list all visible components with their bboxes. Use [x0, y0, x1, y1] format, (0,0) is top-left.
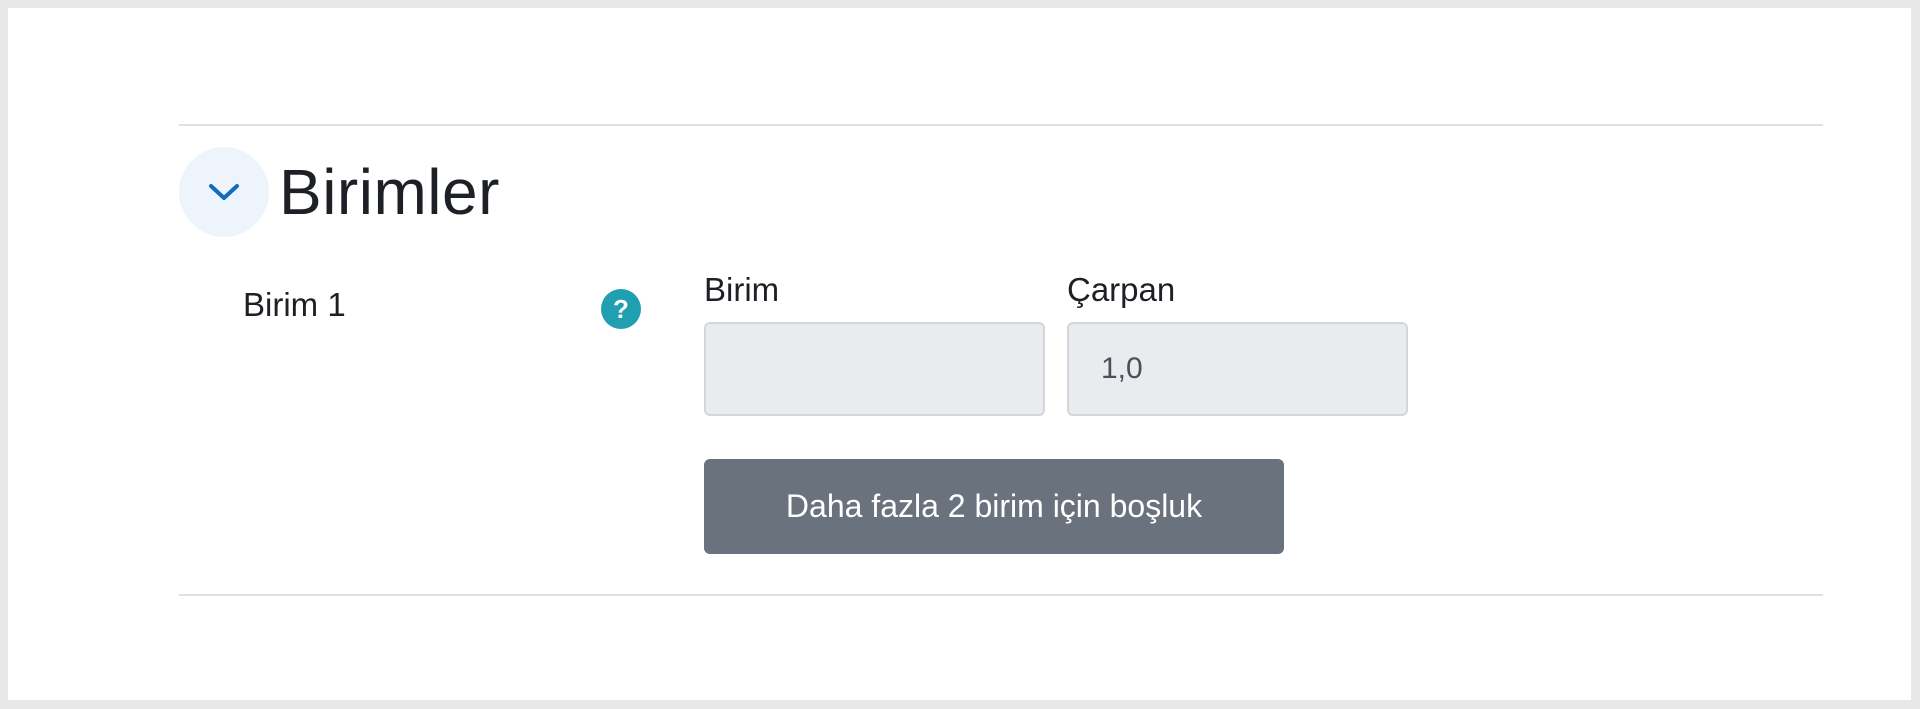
- unit-row-label: Birim 1: [243, 286, 346, 323]
- question-circle-icon[interactable]: ?: [601, 289, 641, 329]
- section-divider-bottom: [179, 594, 1823, 596]
- section-divider-top: [179, 124, 1823, 126]
- unit-field-group: Birim: [704, 270, 1045, 416]
- multiplier-field-label: Çarpan: [1067, 271, 1176, 308]
- unit-field-label: Birim: [704, 271, 780, 308]
- section-title: Birimler: [279, 156, 500, 228]
- unit-input[interactable]: [704, 322, 1045, 416]
- section-collapse-toggle[interactable]: [179, 147, 269, 237]
- multiplier-field-group: Çarpan: [1067, 270, 1408, 416]
- add-more-units-button[interactable]: Daha fazla 2 birim için boşluk: [704, 459, 1284, 554]
- chevron-down-icon: [207, 181, 241, 203]
- multiplier-input[interactable]: [1067, 322, 1408, 416]
- section-header: Birimler: [179, 146, 500, 238]
- form-container: Birimler Birim 1 ? Birim Çarpan Daha faz…: [8, 8, 1911, 700]
